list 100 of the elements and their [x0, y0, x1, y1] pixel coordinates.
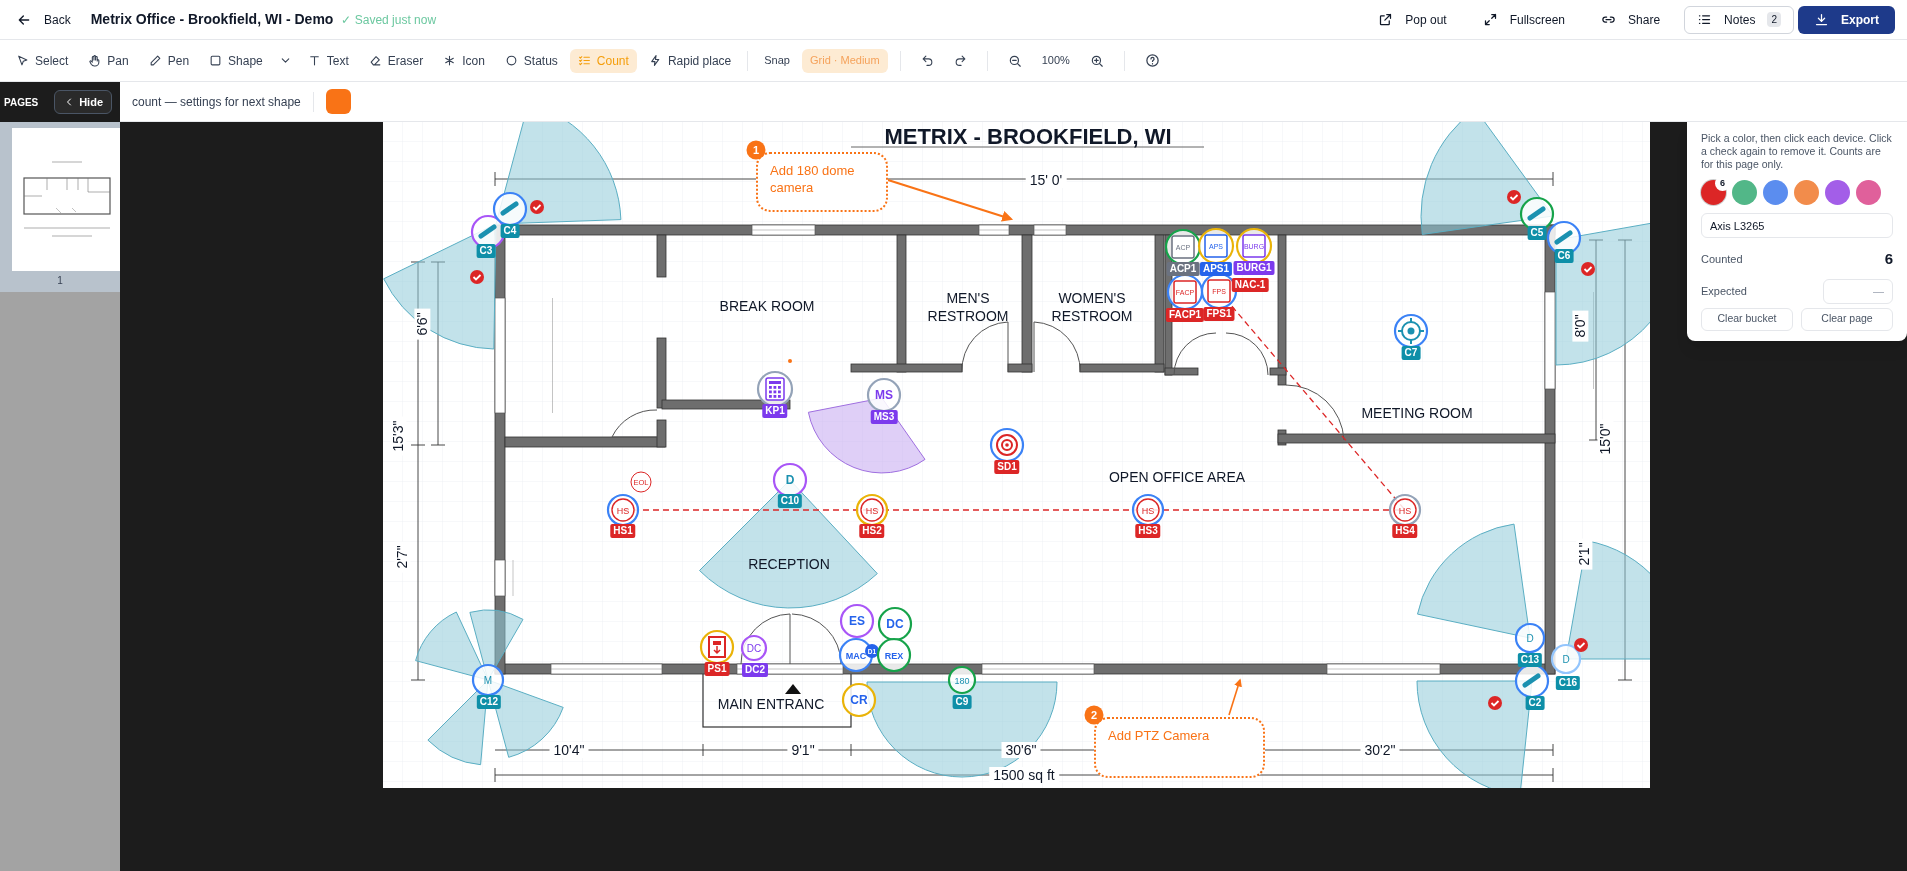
device-tag: C3: [476, 244, 496, 258]
expected-field[interactable]: —: [1823, 278, 1893, 304]
device-marker[interactable]: [839, 603, 875, 639]
header-action-button[interactable]: Fullscreen: [1470, 6, 1578, 33]
device-marker[interactable]: [947, 665, 977, 695]
dimension-label: 2'1": [1576, 538, 1593, 570]
window: [494, 559, 514, 597]
room-label: WOMEN'S RESTROOM: [1050, 289, 1134, 325]
check-icon[interactable]: [470, 270, 484, 284]
device-symbol: M: [483, 674, 493, 686]
door-swing: [961, 321, 1009, 373]
counted-label: Counted: [1701, 252, 1743, 267]
device-tag: C16: [1555, 676, 1581, 690]
zoom-level: 100%: [1040, 53, 1071, 69]
device-marker[interactable]: [866, 377, 902, 413]
color-swatch[interactable]: [1856, 180, 1881, 205]
header-action-button[interactable]: Share: [1589, 6, 1673, 33]
room-label: MEETING ROOM: [1360, 404, 1474, 422]
device-tag: HS4: [1392, 524, 1418, 538]
entrance-arrow-icon: [785, 684, 801, 694]
header-action-button[interactable]: Pop out: [1366, 6, 1459, 33]
check-icon[interactable]: [1507, 190, 1521, 204]
tool-button[interactable]: Shape: [201, 48, 271, 73]
notes-button[interactable]: Notes 2: [1684, 5, 1794, 34]
device-marker[interactable]: [1514, 622, 1546, 654]
color-swatch[interactable]: [1825, 180, 1850, 205]
hide-button[interactable]: Hide: [54, 90, 112, 114]
settings-hint: count — settings for next shape: [132, 93, 301, 111]
check-icon[interactable]: [1488, 696, 1502, 710]
device-marker[interactable]: [877, 606, 913, 642]
back-button[interactable]: Back: [12, 6, 79, 33]
export-button[interactable]: Export: [1798, 5, 1895, 34]
pull-station-marker[interactable]: [699, 629, 735, 665]
horn-strobe-marker[interactable]: [606, 493, 640, 527]
square-icon: [209, 54, 223, 67]
dot-marker: [788, 359, 792, 363]
device-marker[interactable]: [471, 663, 505, 697]
device-tag: C13: [1517, 653, 1543, 667]
clear-button[interactable]: Clear page: [1801, 307, 1893, 331]
snap-button[interactable]: Snap: [756, 52, 798, 69]
camera-marker[interactable]: [492, 191, 528, 227]
device-symbol: MS: [875, 388, 893, 402]
tool-button[interactable]: Pan: [80, 48, 137, 73]
notes-count: 2: [1767, 12, 1781, 27]
color-swatch[interactable]: [1732, 180, 1757, 205]
download-icon: [1814, 12, 1829, 27]
color-swatch-button[interactable]: [325, 89, 351, 114]
dimension-label: 15' 0': [1025, 172, 1067, 188]
device-tag: SD1: [994, 460, 1020, 474]
horn-strobe-marker[interactable]: [1131, 493, 1165, 527]
device-tag: FPS1: [1203, 307, 1235, 321]
zoom-out-icon: [1007, 53, 1022, 68]
window: [1033, 224, 1067, 236]
dimension-label: 10'4": [549, 742, 589, 758]
cursor-icon: [16, 54, 29, 67]
device-tag: C7: [1401, 346, 1421, 360]
dimension-label: 6'6": [414, 308, 431, 340]
expand-icon: [1482, 12, 1498, 27]
text-icon: [307, 54, 321, 67]
panel-marker[interactable]: [1197, 227, 1235, 265]
device-tag: HS1: [610, 524, 636, 538]
tool-button[interactable]: Status: [496, 48, 566, 73]
device-symbol: D: [785, 473, 795, 487]
expected-label: Expected: [1701, 283, 1747, 299]
tool-button[interactable]: Icon: [435, 48, 493, 73]
eraser-icon: [368, 54, 382, 67]
check-icon[interactable]: [530, 200, 544, 214]
device-tag: C2: [1525, 696, 1545, 710]
tool-button[interactable]: Eraser: [360, 48, 432, 73]
asterisk-icon: [443, 54, 457, 67]
undo-icon: [920, 54, 934, 67]
device-marker[interactable]: [841, 682, 877, 718]
target-marker[interactable]: [989, 427, 1025, 463]
device-marker[interactable]: [740, 634, 768, 662]
tool-button[interactable]: Rapid place: [640, 48, 740, 73]
pen-icon: [148, 54, 162, 67]
check-icon[interactable]: [1574, 638, 1588, 652]
device-symbol: ES: [849, 614, 865, 628]
color-swatch[interactable]: [1794, 180, 1819, 205]
name-field[interactable]: Axis L3265: [1701, 213, 1893, 238]
horn-strobe-marker[interactable]: [1388, 493, 1422, 527]
device-marker[interactable]: [876, 637, 912, 673]
page-thumbnail-item[interactable]: 1: [0, 122, 120, 292]
tool-button[interactable]: Text: [299, 48, 357, 73]
device-tag: C6: [1554, 249, 1574, 263]
room-label: MEN'S RESTROOM: [926, 289, 1010, 325]
color-swatch[interactable]: [1763, 180, 1788, 205]
target-marker[interactable]: [1393, 313, 1429, 349]
room-label: RECEPTION: [747, 555, 831, 573]
device-symbol: HS: [865, 505, 879, 516]
color-swatch[interactable]: 6: [1701, 180, 1726, 205]
eol-marker[interactable]: [630, 471, 652, 493]
tool-button[interactable]: Pen: [140, 48, 198, 73]
clear-button[interactable]: Clear bucket: [1701, 307, 1793, 331]
device-symbol: CR: [850, 693, 868, 707]
tool-button[interactable]: Select: [8, 48, 77, 73]
check-icon[interactable]: [1581, 262, 1595, 276]
device-tag: APS1: [1199, 262, 1233, 276]
horn-strobe-marker[interactable]: [855, 493, 889, 527]
device-marker[interactable]: [838, 637, 874, 673]
